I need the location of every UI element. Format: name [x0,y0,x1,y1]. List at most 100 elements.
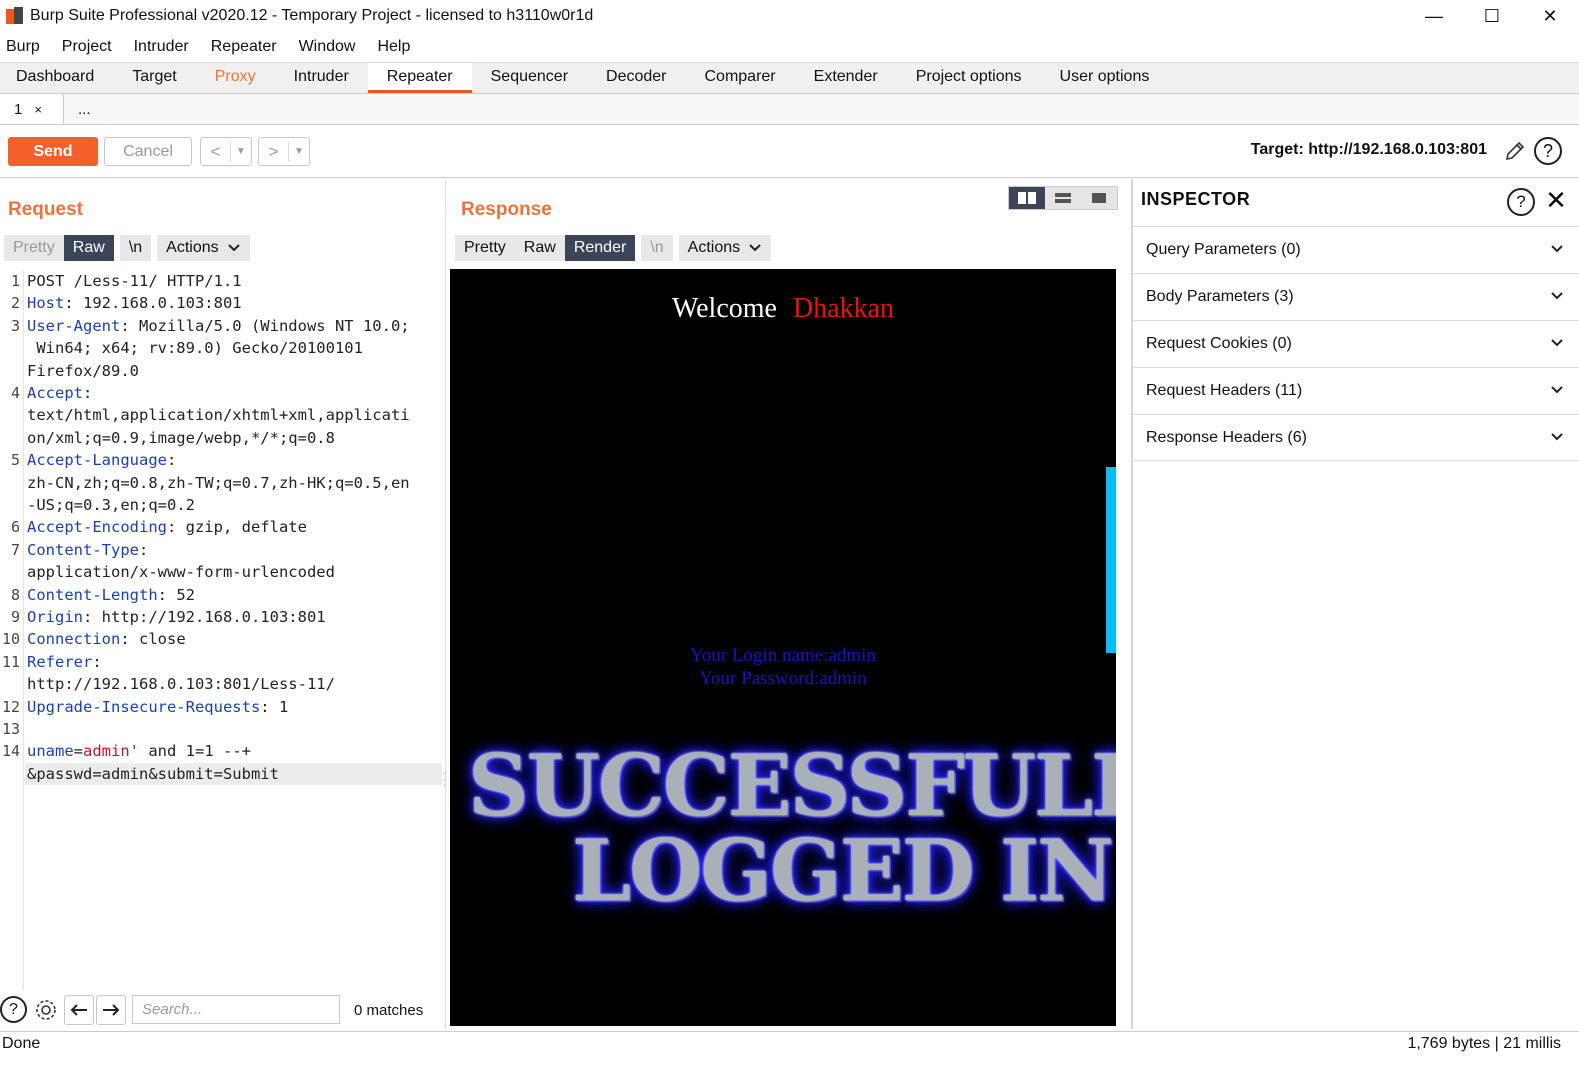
inspector-query-parameters[interactable]: Query Parameters (0) [1133,226,1579,273]
request-pretty-tab[interactable]: Pretty [4,235,64,261]
inspector-title: INSPECTOR [1141,189,1251,209]
success-banner-line2: LOGGED IN [572,821,1114,920]
tab-dashboard[interactable]: Dashboard [0,63,113,93]
maximize-button[interactable]: ☐ [1463,0,1521,32]
line-number: 9 [10,608,20,626]
menu-intruder[interactable]: Intruder [128,38,195,56]
tab-intruder[interactable]: Intruder [275,63,368,93]
response-render-tab[interactable]: Render [564,235,636,261]
repeater-tab-1[interactable]: 1 × [0,94,64,124]
tab-user-options[interactable]: User options [1041,63,1169,93]
help-icon[interactable]: ? [0,996,27,1023]
menu-window[interactable]: Window [293,38,362,56]
inspector-body-parameters[interactable]: Body Parameters (3) [1133,273,1579,320]
tab-target[interactable]: Target [113,63,195,93]
line-number: 7 [10,540,20,559]
line-number: 2 [10,294,20,313]
line-number: 8 [10,585,20,604]
menu-help[interactable]: Help [371,38,416,56]
response-raw-tab[interactable]: Raw [514,235,565,261]
chevron-down-icon [1551,245,1563,253]
section-label: Request Headers (11) [1146,382,1303,399]
header-accept: Accept: [27,384,93,402]
header-continuation: on/xml;q=0.9,image/webp,*/*;q=0.8 [27,428,335,447]
login-info: Your Login name:admin Your Password:admi… [450,644,1116,690]
request-panel: Request Pretty Raw \n Actions 1 2 3 4 5 … [0,179,446,1029]
request-newline-toggle[interactable]: \n [119,235,152,261]
rendered-response[interactable]: Welcome Dhakkan Your Login name:admin You… [450,269,1116,1026]
tab-extender[interactable]: Extender [795,63,897,93]
actions-label: Actions [166,239,219,256]
response-newline-toggle[interactable]: \n [641,235,673,261]
help-icon[interactable]: ? [1534,137,1562,165]
single-view-icon[interactable] [1081,187,1117,209]
tab-proxy[interactable]: Proxy [196,63,275,93]
header-accept-language: Accept-Language: [27,451,177,470]
close-tab-icon[interactable]: × [34,102,42,117]
welcome-text: Welcome [671,293,777,324]
status-bar: Done 1,769 bytes | 21 millis [0,1031,1579,1068]
dropdown-arrow-icon[interactable]: ▼ [289,146,309,157]
inspector-request-cookies[interactable]: Request Cookies (0) [1133,320,1579,367]
search-input[interactable]: Search... [132,995,340,1024]
minimize-button[interactable]: — [1405,0,1463,32]
request-body: uname=admin' and 1=1 --+ [27,742,251,761]
header-continuation: http://192.168.0.103:801/Less-11/ [27,675,335,694]
request-actions-menu[interactable]: Actions [157,235,250,261]
chevron-down-icon [1551,292,1563,300]
login-name-text: Your Login name:admin [690,645,876,666]
dropdown-arrow-icon[interactable]: ▼ [231,146,251,157]
next-match-button[interactable] [96,995,126,1025]
header-continuation: zh-CN,zh;q=0.8,zh-TW;q=0.7,zh-HK;q=0.5,e… [27,473,410,492]
new-tab-button[interactable]: ... [64,94,128,124]
menu-project[interactable]: Project [56,38,118,56]
response-actions-menu[interactable]: Actions [678,235,772,261]
window-controls: — ☐ ✕ [1405,0,1579,32]
line-number: 14 [1,742,20,761]
response-pretty-tab[interactable]: Pretty [455,235,515,261]
tab-sequencer[interactable]: Sequencer [472,63,587,93]
chevron-down-icon [1551,339,1563,347]
menu-repeater[interactable]: Repeater [205,38,283,56]
splitter-handle[interactable]: · · · [443,769,447,791]
header-accept-encoding: Accept-Encoding: gzip, deflate [27,518,307,537]
tab-repeater[interactable]: Repeater [367,63,472,93]
send-button[interactable]: Send [8,137,98,166]
stacked-view-icon[interactable] [1045,187,1081,209]
header-continuation: Firefox/89.0 [27,361,139,380]
match-count: 0 matches [354,1002,424,1019]
render-scrollbar[interactable] [1106,467,1116,653]
help-icon[interactable]: ? [1507,188,1535,216]
section-label: Body Parameters (3) [1146,288,1294,305]
forward-arrow-icon: > [259,141,289,162]
history-forward-button[interactable]: > ▼ [258,137,310,166]
line-number: 1 [10,272,20,290]
request-body-continuation: &passwd=admin&submit=Submit [27,764,279,783]
request-editor[interactable]: 1 2 3 4 5 6 7 8 9 10 11 12 13 14 POST /L… [0,270,442,990]
close-window-button[interactable]: ✕ [1521,0,1579,32]
tab-project-options[interactable]: Project options [897,63,1041,93]
inspector-request-headers[interactable]: Request Headers (11) [1133,367,1579,414]
menu-burp[interactable]: Burp [0,38,46,56]
welcome-heading: Welcome Dhakkan [450,293,1116,325]
repeater-tab-label: 1 [14,100,23,118]
actions-label: Actions [687,239,741,256]
window-title: Burp Suite Professional v2020.12 - Tempo… [30,7,594,24]
line-number: 6 [10,518,20,537]
tab-comparer[interactable]: Comparer [686,63,795,93]
previous-match-button[interactable] [64,995,94,1025]
cancel-button[interactable]: Cancel [104,137,192,166]
inspector-response-headers[interactable]: Response Headers (6) [1133,414,1579,461]
menu-bar: Burp Project Intruder Repeater Window He… [0,33,426,61]
request-raw-tab[interactable]: Raw [63,235,114,261]
header-content-length: Content-Length: 52 [27,585,195,604]
header-user-agent: User-Agent: Mozilla/5.0 (Windows NT 10.0… [27,316,410,335]
request-view-bar: Pretty Raw \n Actions [4,235,250,261]
header-referer: Referer: [27,652,102,671]
close-icon[interactable]: ✕ [1543,187,1569,213]
tab-decoder[interactable]: Decoder [587,63,685,93]
pencil-icon[interactable] [1503,139,1527,163]
gear-icon[interactable] [31,995,61,1025]
split-view-icon[interactable] [1009,187,1045,209]
history-back-button[interactable]: < ▼ [200,137,252,166]
